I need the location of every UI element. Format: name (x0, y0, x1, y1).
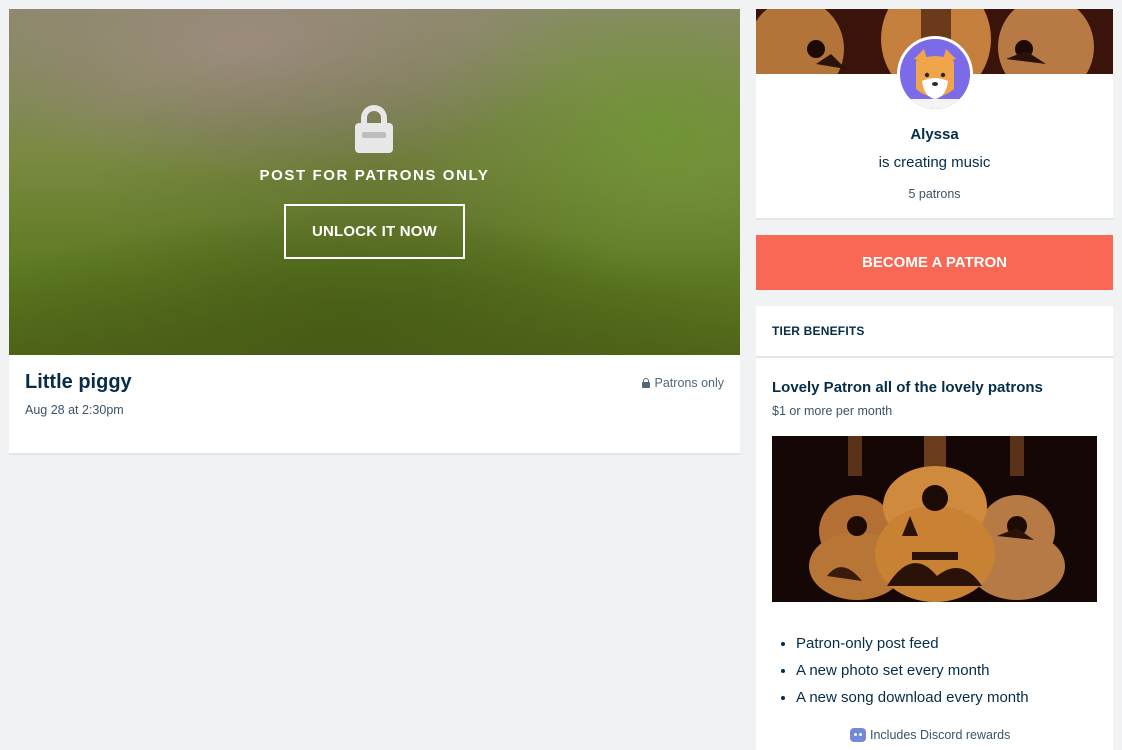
tier-header-label: TIER BENEFITS (772, 324, 865, 338)
discord-rewards: Includes Discord rewards (850, 728, 1010, 742)
tier-card: TIER BENEFITS Lovely Patron all of the l… (756, 306, 1113, 750)
post-date[interactable]: Aug 28 at 2:30pm (25, 403, 124, 417)
tier-guitars-image (772, 436, 1097, 602)
discord-rewards-label: Includes Discord rewards (870, 728, 1011, 742)
visibility-label: Patrons only (654, 376, 724, 390)
page: POST FOR PATRONS ONLY UNLOCK IT NOW Litt… (0, 0, 1122, 750)
benefit-item: A new song download every month (796, 684, 1029, 711)
tier-price: $1 or more per month (772, 404, 893, 418)
lock-icon (355, 105, 393, 153)
locked-post-media: POST FOR PATRONS ONLY UNLOCK IT NOW (9, 9, 740, 355)
become-patron-button[interactable]: BECOME A PATRON (756, 235, 1113, 290)
tier-title: Lovely Patron all of the lovely patrons (772, 379, 1043, 396)
unlock-button[interactable]: UNLOCK IT NOW (284, 204, 465, 259)
tier-header: TIER BENEFITS (756, 306, 1113, 358)
benefit-item: Patron-only post feed (796, 630, 1029, 657)
creator-avatar[interactable] (897, 36, 973, 112)
post-info: Little piggy Aug 28 at 2:30pm Patrons on… (9, 355, 740, 453)
fox-avatar-icon (900, 39, 970, 109)
creator-card: Alyssa is creating music 5 patrons (756, 9, 1113, 220)
visibility-badge: Patrons only (641, 376, 724, 390)
post-title[interactable]: Little piggy (25, 371, 132, 394)
discord-icon (850, 728, 866, 742)
small-lock-icon (641, 378, 650, 388)
benefit-item: A new photo set every month (796, 657, 1029, 684)
post-card[interactable]: POST FOR PATRONS ONLY UNLOCK IT NOW Litt… (9, 9, 740, 455)
benefit-list: Patron-only post feed A new photo set ev… (796, 630, 1029, 711)
creator-name[interactable]: Alyssa (756, 126, 1113, 143)
creator-description: is creating music (878, 154, 991, 171)
patron-count: 5 patrons (908, 187, 961, 201)
locked-post-label: POST FOR PATRONS ONLY (259, 167, 490, 184)
